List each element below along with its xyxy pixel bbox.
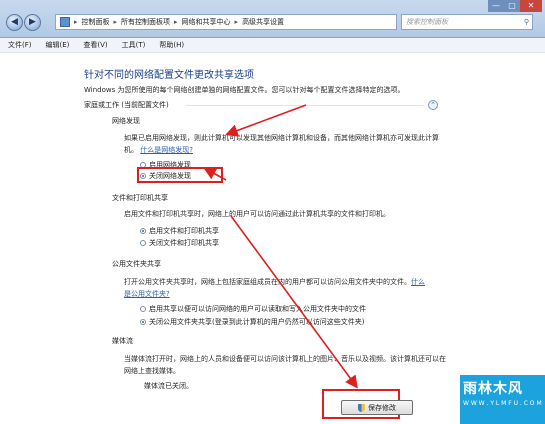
- arrow-to-save-button: [230, 215, 358, 389]
- watermark-title: 雨林木风: [463, 381, 523, 397]
- arrow-to-network-discovery: [225, 104, 307, 137]
- annotation-arrows: [203, 104, 358, 389]
- arrow-to-discovery-option: [203, 167, 227, 181]
- watermark-url: W W W . Y L M F U . C O M: [463, 400, 542, 407]
- watermark-logo: 雨林木风 W W W . Y L M F U . C O M: [460, 375, 545, 424]
